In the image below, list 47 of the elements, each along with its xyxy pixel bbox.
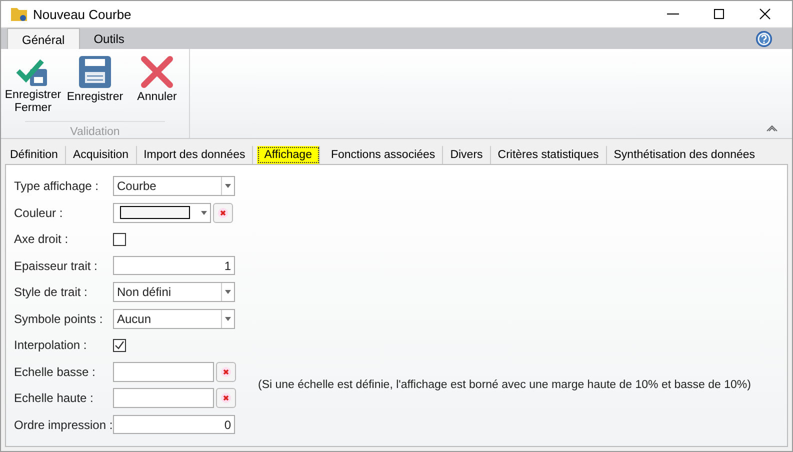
caret-icon [201,210,207,215]
checkbox[interactable] [113,338,126,352]
field-label: Symbole points : [14,312,104,326]
field-label: Ordre impression : [14,418,113,432]
note-text: (Si une échelle est définie, l'affichage est borné avec une marge haute de 10% et basse de 10%) [258,379,751,391]
clear-button[interactable] [216,388,236,408]
group-label: Validation [25,121,165,138]
field-label: Interpolation : [14,338,88,352]
tab[interactable]: Affichage [257,146,320,164]
color-picker[interactable] [113,202,211,223]
tab[interactable]: Synthétisation des données [606,146,762,164]
collapse-icon[interactable] [766,124,778,132]
caret-icon [225,316,231,321]
dropdown[interactable]: Courbe [113,176,235,196]
ribbon-tab[interactable]: Outils [80,28,138,49]
caret-icon [225,290,231,294]
number-field[interactable]: 1 [113,256,235,276]
color-swatch [120,206,190,220]
dropdown[interactable]: Non défini [113,282,235,302]
folder-icon [11,7,27,21]
field-label: Epaisseur trait : [14,258,98,273]
ribbon-button[interactable]: Annuler [127,53,187,117]
clear-button[interactable] [213,202,233,223]
input-field[interactable] [113,388,214,408]
clear-icon [221,393,231,404]
caret-icon [225,184,231,188]
ribbon-button[interactable]: Enregistrer Fermer [3,53,63,117]
number-field[interactable]: 0 [113,415,235,434]
field-label: Type affichage : [14,179,100,194]
clear-icon [218,208,228,218]
checkbox[interactable] [113,232,126,246]
clear-button[interactable] [216,362,236,382]
clear-icon [221,366,231,377]
field-label: Style de trait : [14,285,88,300]
close-icon[interactable] [758,7,772,21]
input-field[interactable] [113,362,214,382]
dropdown[interactable]: Aucun [113,308,235,329]
field-label: Axe droit : [14,232,70,246]
maximize-icon[interactable] [712,7,726,21]
field-label: Couleur : [14,206,64,220]
field-label: Echelle basse : [14,364,96,379]
window-title: Nouveau Courbe [33,6,132,22]
cross-icon [140,55,174,89]
help-icon[interactable] [756,31,772,47]
ribbon-tab[interactable]: Général [7,28,80,49]
ribbon-button[interactable]: Enregistrer [65,53,125,117]
field-label: Echelle haute : [14,391,94,406]
